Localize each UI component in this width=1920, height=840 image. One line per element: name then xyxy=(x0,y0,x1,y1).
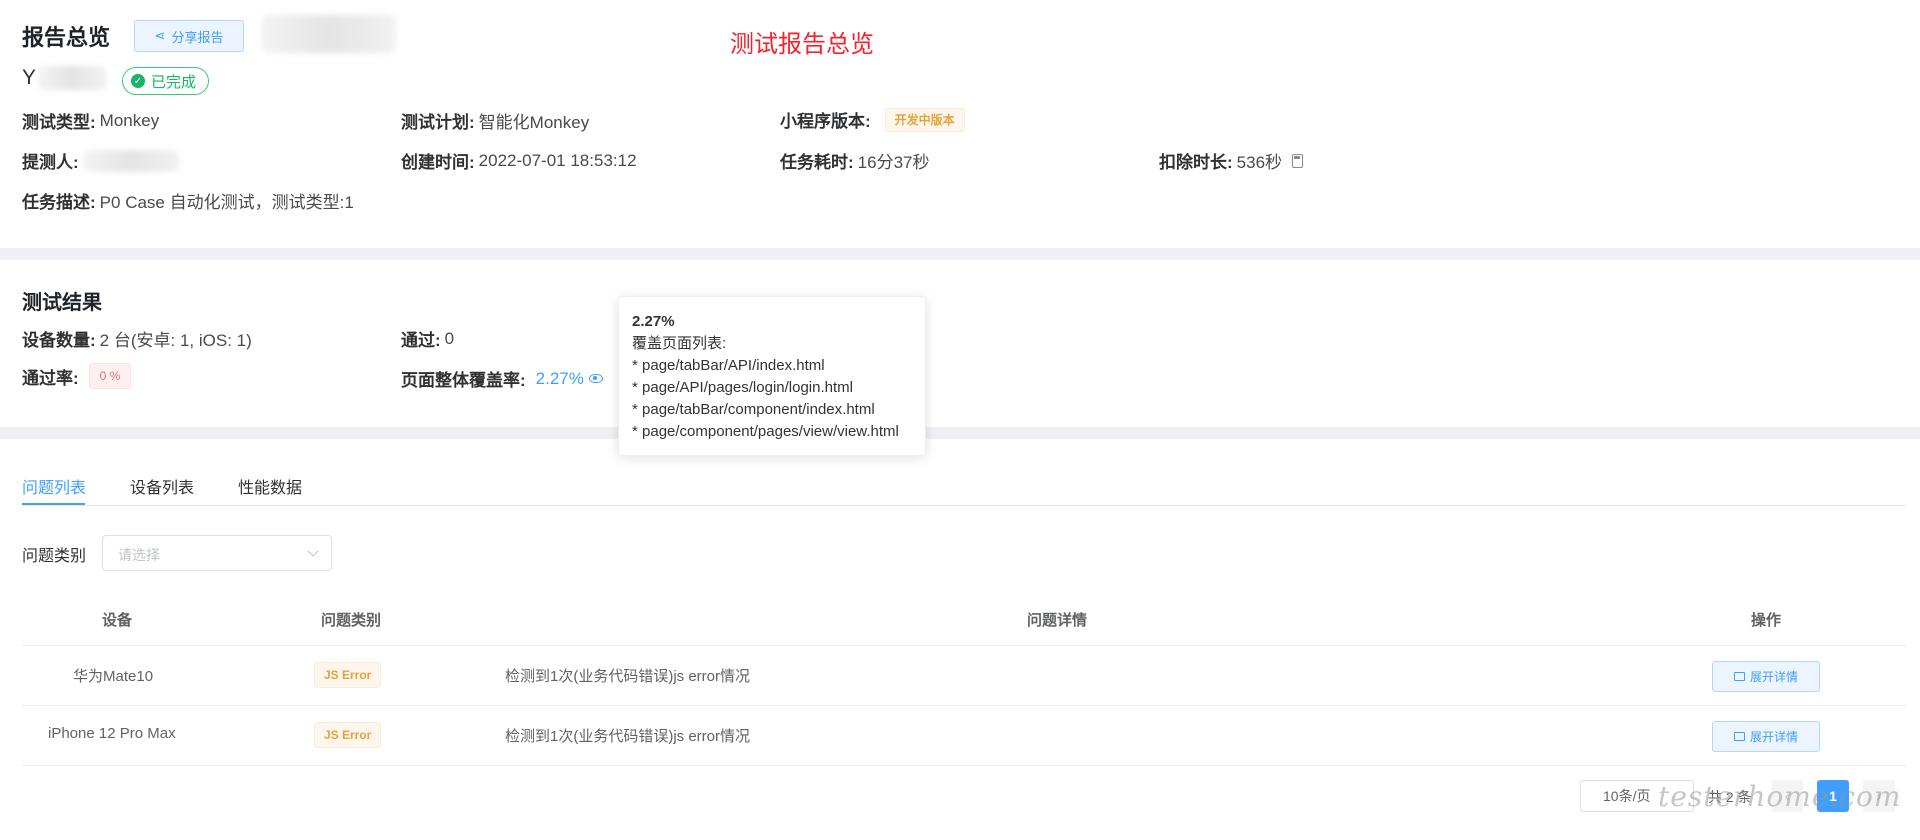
table-header: 设备 问题类别 问题详情 操作 xyxy=(22,590,1906,646)
field-value: Monkey xyxy=(99,110,160,130)
expand-details-label: 展开详情 xyxy=(1749,670,1798,684)
tooltip-page-item: * page/tabBar/component/index.html xyxy=(632,401,875,418)
issue-category-select[interactable]: 请选择 xyxy=(102,535,332,571)
field-passed: 通过: 0 xyxy=(401,326,454,351)
issue-table: 设备 问题类别 问题详情 操作 华为Mate10 JS Error 检测到1次(… xyxy=(22,590,1906,766)
field-desc: 任务描述: P0 Case 自动化测试，测试类型:1 xyxy=(22,188,354,213)
coverage-value[interactable]: 2.27% xyxy=(536,369,584,389)
page-title: 报告总览 xyxy=(22,25,111,50)
field-label: 通过率: xyxy=(22,368,79,388)
share-icon: ⋖ xyxy=(154,28,166,43)
folder-open-icon xyxy=(1733,672,1745,681)
cell-device: 华为Mate10 xyxy=(73,668,154,685)
category-tag: JS Error xyxy=(314,722,382,748)
report-name-initial: Y xyxy=(22,66,37,89)
share-report-label: 分享报告 xyxy=(171,29,224,45)
expand-details-button[interactable]: 展开详情 xyxy=(1712,721,1820,752)
redacted-submitter xyxy=(82,149,179,172)
column-header-action: 操作 xyxy=(1751,612,1782,629)
eye-icon[interactable] xyxy=(588,374,603,383)
field-device-count: 设备数量: 2 台(安卓: 1, iOS: 1) xyxy=(22,326,252,351)
expand-details-button[interactable]: 展开详情 xyxy=(1712,661,1820,692)
version-tag: 开发中版本 xyxy=(884,107,965,132)
field-duration: 任务耗时: 16分37秒 xyxy=(780,148,930,173)
section-divider xyxy=(0,248,1920,260)
field-label: 扣除时长: xyxy=(1159,153,1233,172)
field-label: 设备数量: xyxy=(22,331,96,350)
field-value: P0 Case 自动化测试，测试类型:1 xyxy=(99,193,354,212)
cell-device: iPhone 12 Pro Max xyxy=(48,725,176,742)
cell-detail: 检测到1次(业务代码错误)js error情况 xyxy=(505,728,751,745)
share-report-button[interactable]: ⋖ 分享报告 xyxy=(134,20,244,52)
watermark-text: testerhome.com xyxy=(1658,780,1902,813)
field-label: 页面整体覆盖率: xyxy=(401,371,526,390)
chevron-down-icon xyxy=(307,545,319,557)
column-header-detail: 问题详情 xyxy=(1027,612,1088,629)
tab-device-list[interactable]: 设备列表 xyxy=(130,474,194,498)
tab-issue-list[interactable]: 问题列表 xyxy=(22,474,86,498)
field-value: 2 台(安卓: 1, iOS: 1) xyxy=(99,331,252,350)
field-label: 创建时间: xyxy=(401,153,475,172)
field-test-type: 测试类型: Monkey xyxy=(22,108,159,133)
column-header-category: 问题类别 xyxy=(321,612,382,629)
calculator-icon[interactable] xyxy=(1292,153,1304,168)
annotation-text: 测试报告总览 xyxy=(730,31,874,58)
column-header-device: 设备 xyxy=(102,612,133,629)
status-badge-label: 已完成 xyxy=(151,73,197,91)
field-label: 任务描述: xyxy=(22,193,96,212)
field-created: 创建时间: 2022-07-01 18:53:12 xyxy=(401,148,637,173)
cell-detail: 检测到1次(业务代码错误)js error情况 xyxy=(505,668,751,685)
report-name: Y xyxy=(22,66,107,90)
field-deduct: 扣除时长: 536秒 xyxy=(1159,148,1304,173)
field-value: 536秒 xyxy=(1236,153,1283,172)
redacted-header-info xyxy=(262,15,396,53)
check-circle-icon: ✓ xyxy=(131,74,145,88)
field-label: 测试类型: xyxy=(22,113,96,132)
field-value: 智能化Monkey xyxy=(478,113,590,132)
tooltip-page-item: * page/component/pages/view/view.html xyxy=(632,423,899,440)
pass-rate-tag: 0 % xyxy=(88,363,132,389)
results-title: 测试结果 xyxy=(22,292,102,314)
tooltip-page-item: * page/tabBar/API/index.html xyxy=(632,357,825,374)
field-version: 小程序版本: 开发中版本 xyxy=(780,107,965,132)
tooltip-subtitle: 覆盖页面列表: xyxy=(632,335,727,352)
section-divider xyxy=(0,427,1920,439)
field-test-plan: 测试计划: 智能化Monkey xyxy=(401,108,589,133)
field-label: 小程序版本: xyxy=(780,112,871,131)
status-badge: ✓ 已完成 xyxy=(122,67,210,95)
active-tab-indicator xyxy=(22,503,85,505)
category-tag: JS Error xyxy=(314,662,382,688)
field-value: 16分37秒 xyxy=(857,153,930,172)
select-placeholder: 请选择 xyxy=(118,547,160,563)
field-label: 提测人: xyxy=(22,153,79,172)
table-row: iPhone 12 Pro Max JS Error 检测到1次(业务代码错误)… xyxy=(22,706,1906,766)
folder-open-icon xyxy=(1733,732,1745,741)
tooltip-page-item: * page/API/pages/login/login.html xyxy=(632,379,853,396)
field-label: 任务耗时: xyxy=(780,153,854,172)
field-pass-rate: 通过率: 0 % xyxy=(22,363,132,389)
redacted-report-name xyxy=(38,66,107,90)
field-label: 测试计划: xyxy=(401,113,475,132)
issue-tabs: 问题列表 设备列表 性能数据 xyxy=(22,470,1906,506)
table-row: 华为Mate10 JS Error 检测到1次(业务代码错误)js error情… xyxy=(22,646,1906,706)
field-submitter: 提测人: xyxy=(22,148,179,173)
tooltip-title: 2.27% xyxy=(632,313,675,330)
field-coverage: 页面整体覆盖率: 2.27% xyxy=(401,366,603,391)
field-value: 0 xyxy=(444,328,455,348)
field-value: 2022-07-01 18:53:12 xyxy=(478,150,637,170)
expand-details-label: 展开详情 xyxy=(1749,730,1798,744)
coverage-tooltip: 2.27% 覆盖页面列表: * page/tabBar/API/index.ht… xyxy=(618,296,926,456)
field-label: 通过: xyxy=(401,331,441,350)
tab-performance[interactable]: 性能数据 xyxy=(238,474,302,498)
issue-category-label: 问题类别 xyxy=(22,548,87,565)
